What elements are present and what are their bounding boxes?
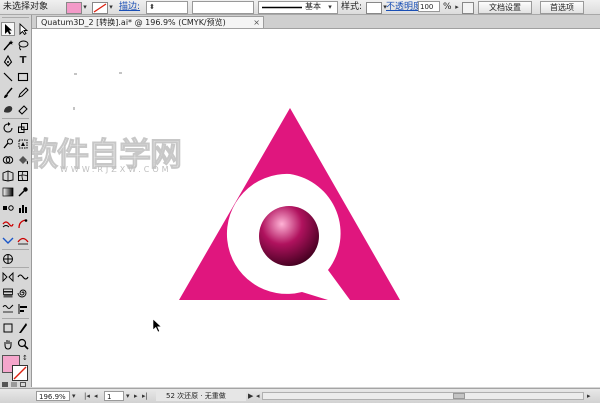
stroke-dropdown-arrow[interactable]: ▾ — [107, 2, 115, 12]
selection-tool-icon[interactable] — [1, 22, 15, 36]
selection-status: 未选择对象 — [3, 2, 49, 12]
color-mode-icon[interactable] — [2, 382, 8, 387]
style-label: 样式: — [341, 2, 363, 12]
stroke-color-swatch[interactable] — [92, 2, 108, 14]
status-bar: 196.9% ▾ |◂ ◂ 1 ▾ ▸ ▸| 52 次还原 · 无重做 ▶ ◂ … — [0, 388, 600, 403]
opacity-unit: % — [443, 2, 452, 12]
direct-selection-tool-icon[interactable] — [16, 22, 30, 36]
status-menu-arrow[interactable]: ▶ — [248, 391, 253, 401]
document-tab-bar: Quatum3D_2 [转换].ai* @ 196.9% (CMYK/预览) × — [32, 15, 600, 29]
graphic-style-swatch[interactable] — [366, 2, 382, 14]
document-canvas[interactable]: 软件自学网 WWW.RJZXW.COM — [32, 29, 600, 387]
paintbrush-tool-icon[interactable] — [1, 86, 15, 100]
mouse-cursor-icon — [152, 318, 163, 333]
lasso-tool-icon[interactable] — [16, 38, 30, 52]
tools-separator — [2, 118, 29, 119]
knife-tool-icon[interactable] — [16, 321, 30, 335]
next-artboard-button[interactable]: ▸ — [134, 391, 138, 401]
live-paint-bucket-tool-icon[interactable] — [16, 153, 30, 167]
tools-separator — [2, 249, 29, 250]
control-bar: 未选择对象 ▾ ▾ 描边: ⬍ 基本 ▾ 样式: ▾ 不透明度: 100 % ▸… — [0, 0, 600, 15]
stack-layers-icon[interactable] — [1, 286, 15, 300]
stroke-weight-stepper[interactable]: ⬍ — [148, 2, 156, 12]
stroke-color-swatch-large[interactable] — [12, 365, 28, 381]
first-artboard-button[interactable]: |◂ — [84, 391, 90, 401]
tools-panel-grip[interactable] — [2, 17, 29, 18]
warp-tool-icon[interactable] — [1, 137, 15, 151]
scroll-right-button[interactable]: ▸ — [587, 391, 591, 401]
type-tool-icon[interactable]: T — [16, 54, 30, 68]
pink-triangle-logo[interactable] — [179, 108, 400, 300]
scissors-tool-icon[interactable] — [1, 302, 15, 316]
swap-fill-stroke-icon[interactable]: ↕ — [22, 354, 28, 362]
none-mode-icon[interactable] — [20, 382, 26, 387]
twirl-tool-icon[interactable] — [16, 286, 30, 300]
free-transform-tool-icon[interactable] — [16, 137, 30, 151]
zoom-tool-icon[interactable] — [16, 337, 30, 351]
document-tab[interactable]: Quatum3D_2 [转换].ai* @ 196.9% (CMYK/预览) × — [36, 16, 264, 28]
reflect-tool-icon[interactable] — [1, 270, 15, 284]
fill-dropdown-arrow[interactable]: ▾ — [81, 2, 89, 12]
symbol-sprayer-tool-icon[interactable] — [1, 217, 15, 231]
tools-separator — [2, 267, 29, 268]
column-graph-tool-icon[interactable] — [16, 201, 30, 215]
mesh-tool-icon[interactable] — [16, 169, 30, 183]
slice-tool-icon[interactable] — [1, 233, 15, 247]
brush-name: 基本 — [305, 2, 321, 11]
eraser-tool-icon[interactable] — [16, 102, 30, 116]
zoom-level-field[interactable]: 196.9% — [36, 391, 70, 401]
horizontal-scrollbar-thumb[interactable] — [453, 393, 465, 399]
line-segment-tool-icon[interactable] — [1, 70, 15, 84]
artboard-number-field[interactable]: 1 — [104, 391, 124, 401]
artwork — [73, 72, 400, 333]
last-artboard-button[interactable]: ▸| — [142, 391, 148, 401]
align-panel-icon[interactable] — [16, 302, 30, 316]
artboard-icon[interactable] — [1, 321, 15, 335]
tools-panel: T ↕ — [0, 15, 32, 387]
magenta-sphere[interactable] — [259, 206, 319, 266]
shear-tool-icon[interactable] — [16, 270, 30, 284]
gradient-mode-icon[interactable] — [11, 382, 17, 387]
width-tool-icon[interactable] — [16, 233, 30, 247]
gradient-tool-icon[interactable] — [1, 185, 15, 199]
blend-tool-icon[interactable] — [1, 201, 15, 215]
brush-dropdown-arrow[interactable]: ▾ — [326, 2, 334, 12]
rotate-tool-icon[interactable] — [1, 121, 15, 135]
opacity-field[interactable]: 100 — [418, 1, 440, 12]
pencil-tool-icon[interactable] — [16, 86, 30, 100]
scroll-left-button[interactable]: ◂ — [256, 391, 260, 401]
artboard-dropdown-arrow[interactable]: ▾ — [126, 391, 130, 401]
hand-tool-icon[interactable] — [1, 337, 15, 351]
previous-artboard-button[interactable]: ◂ — [94, 391, 98, 401]
eyedropper-tool-icon[interactable] — [16, 185, 30, 199]
shape-builder-tool-icon[interactable] — [1, 153, 15, 167]
scale-tool-icon[interactable] — [16, 121, 30, 135]
fill-color-swatch[interactable] — [66, 2, 82, 14]
no-stroke-icon — [93, 3, 107, 13]
blob-brush-tool-icon[interactable] — [1, 102, 15, 116]
no-stroke-icon — [13, 366, 27, 380]
tools-separator — [2, 318, 29, 319]
status-text: 52 次还原 · 无重做 — [156, 391, 246, 401]
artboard-tool-icon[interactable] — [16, 217, 30, 231]
document-tab-title: Quatum3D_2 [转换].ai* @ 196.9% (CMYK/预览) — [41, 18, 226, 27]
brush-stroke-preview-icon — [262, 6, 302, 9]
globe-tool-icon[interactable] — [1, 252, 15, 266]
document-setup-button[interactable]: 文档设置 — [478, 1, 532, 14]
stroke-label[interactable]: 描边: — [119, 1, 140, 13]
preferences-button[interactable]: 首选项 — [540, 1, 584, 14]
horizontal-scrollbar[interactable] — [262, 392, 584, 400]
magic-wand-tool-icon[interactable] — [1, 38, 15, 52]
recolor-artwork-icon[interactable] — [462, 2, 474, 14]
zoom-dropdown-arrow[interactable]: ▾ — [72, 391, 76, 401]
pen-tool-icon[interactable] — [1, 54, 15, 68]
variable-width-profile[interactable] — [192, 1, 254, 14]
perspective-grid-tool-icon[interactable] — [1, 169, 15, 183]
rectangle-tool-icon[interactable] — [16, 70, 30, 84]
opacity-dropdown-arrow[interactable]: ▸ — [453, 2, 461, 12]
close-tab-icon[interactable]: × — [253, 17, 260, 29]
